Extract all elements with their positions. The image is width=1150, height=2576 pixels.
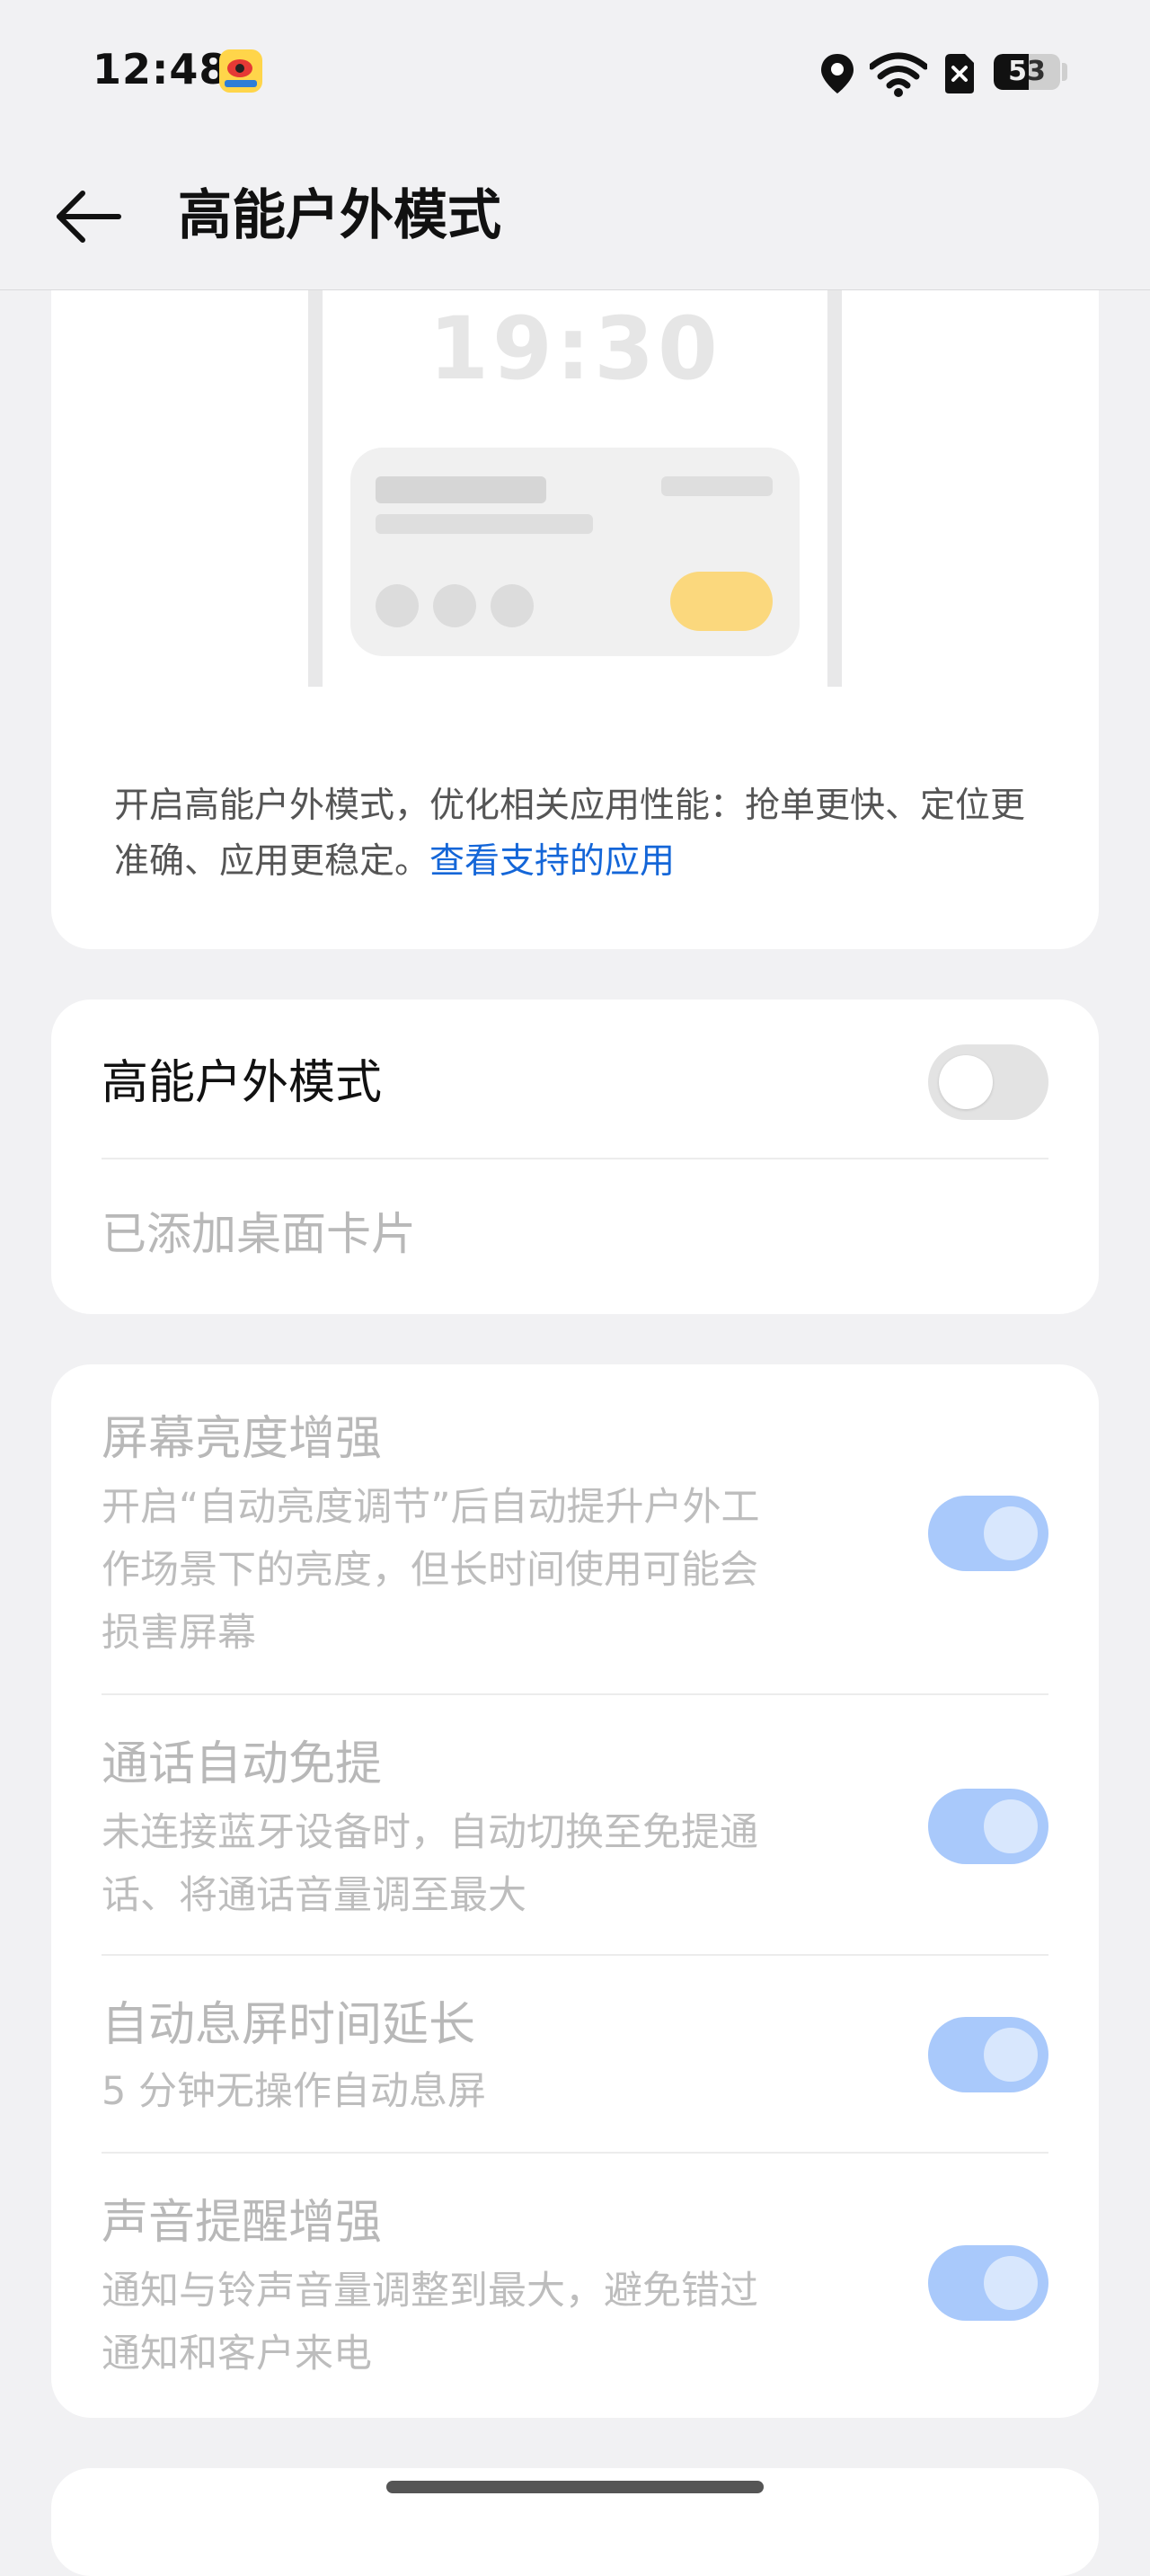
- desktop-card-added-item: 已添加桌面卡片: [102, 1208, 416, 1260]
- auto-handsfree-desc-2: 话、将通话音量调至最大: [102, 1873, 526, 1918]
- screen-timeout-desc: 5 分钟无操作自动息屏: [102, 2069, 487, 2114]
- screen-timeout-toggle[interactable]: [928, 2017, 1048, 2092]
- screen-brightness-desc-2: 作场景下的亮度，但长时间使用可能会: [102, 1548, 758, 1593]
- divider: [102, 2152, 1048, 2154]
- auto-handsfree-desc-1: 未连接蓝牙设备时，自动切换至免提通: [102, 1810, 758, 1855]
- auto-handsfree-title: 通话自动免提: [102, 1737, 383, 1791]
- intro-description: 开启高能户外模式，优化相关应用性能：抢单更快、定位更准确、应用更稳定。查看支持的…: [114, 778, 1039, 890]
- screen-brightness-title: 屏幕亮度增强: [102, 1412, 383, 1466]
- battery-level: 53: [1008, 56, 1046, 87]
- view-supported-apps-link[interactable]: 查看支持的应用: [429, 841, 675, 882]
- illustration-clock: 19:30: [429, 298, 721, 399]
- location-icon: [821, 54, 854, 93]
- no-sim-icon: [945, 54, 974, 93]
- status-bar: 12:48 53: [0, 0, 1150, 144]
- mode-card: 高能户外模式 已添加桌面卡片: [51, 999, 1099, 1314]
- back-arrow-icon[interactable]: [52, 185, 124, 248]
- divider: [102, 1158, 1048, 1159]
- screen-brightness-desc-1: 开启“自动亮度调节”后自动提升户外工: [102, 1485, 760, 1530]
- status-time: 12:48: [93, 45, 229, 93]
- battery-icon: 53: [994, 54, 1060, 90]
- sound-alert-toggle[interactable]: [928, 2245, 1048, 2321]
- screen-brightness-desc-3: 损害屏幕: [102, 1611, 256, 1656]
- battery-tip: [1062, 63, 1067, 81]
- mode-toggle-label: 高能户外模式: [102, 1056, 383, 1110]
- auto-handsfree-toggle[interactable]: [928, 1789, 1048, 1864]
- settings-card: 屏幕亮度增强 开启“自动亮度调节”后自动提升户外工 作场景下的亮度，但长时间使用…: [51, 1364, 1099, 2418]
- weibo-icon: [219, 49, 262, 93]
- home-indicator[interactable]: [386, 2481, 764, 2493]
- sound-alert-desc-2: 通知和客户来电: [102, 2332, 372, 2376]
- wifi-icon: [870, 52, 927, 97]
- divider: [102, 1693, 1048, 1695]
- illustration-pill: [670, 572, 773, 631]
- page-title: 高能户外模式: [178, 184, 501, 247]
- sound-alert-desc-1: 通知与铃声音量调整到最大，避免错过: [102, 2269, 758, 2314]
- sound-alert-title: 声音提醒增强: [102, 2196, 383, 2250]
- app-bar: 高能户外模式: [0, 144, 1150, 290]
- screen-brightness-toggle[interactable]: [928, 1496, 1048, 1571]
- outdoor-mode-toggle[interactable]: [928, 1044, 1048, 1120]
- divider: [102, 1954, 1048, 1956]
- screen-timeout-title: 自动息屏时间延长: [102, 1998, 476, 2052]
- illustration-card: [350, 448, 800, 656]
- intro-card: 19:30 开启高能户外模式，优化相关应用性能：抢单更快、定位更准确、应用更稳定…: [51, 207, 1099, 949]
